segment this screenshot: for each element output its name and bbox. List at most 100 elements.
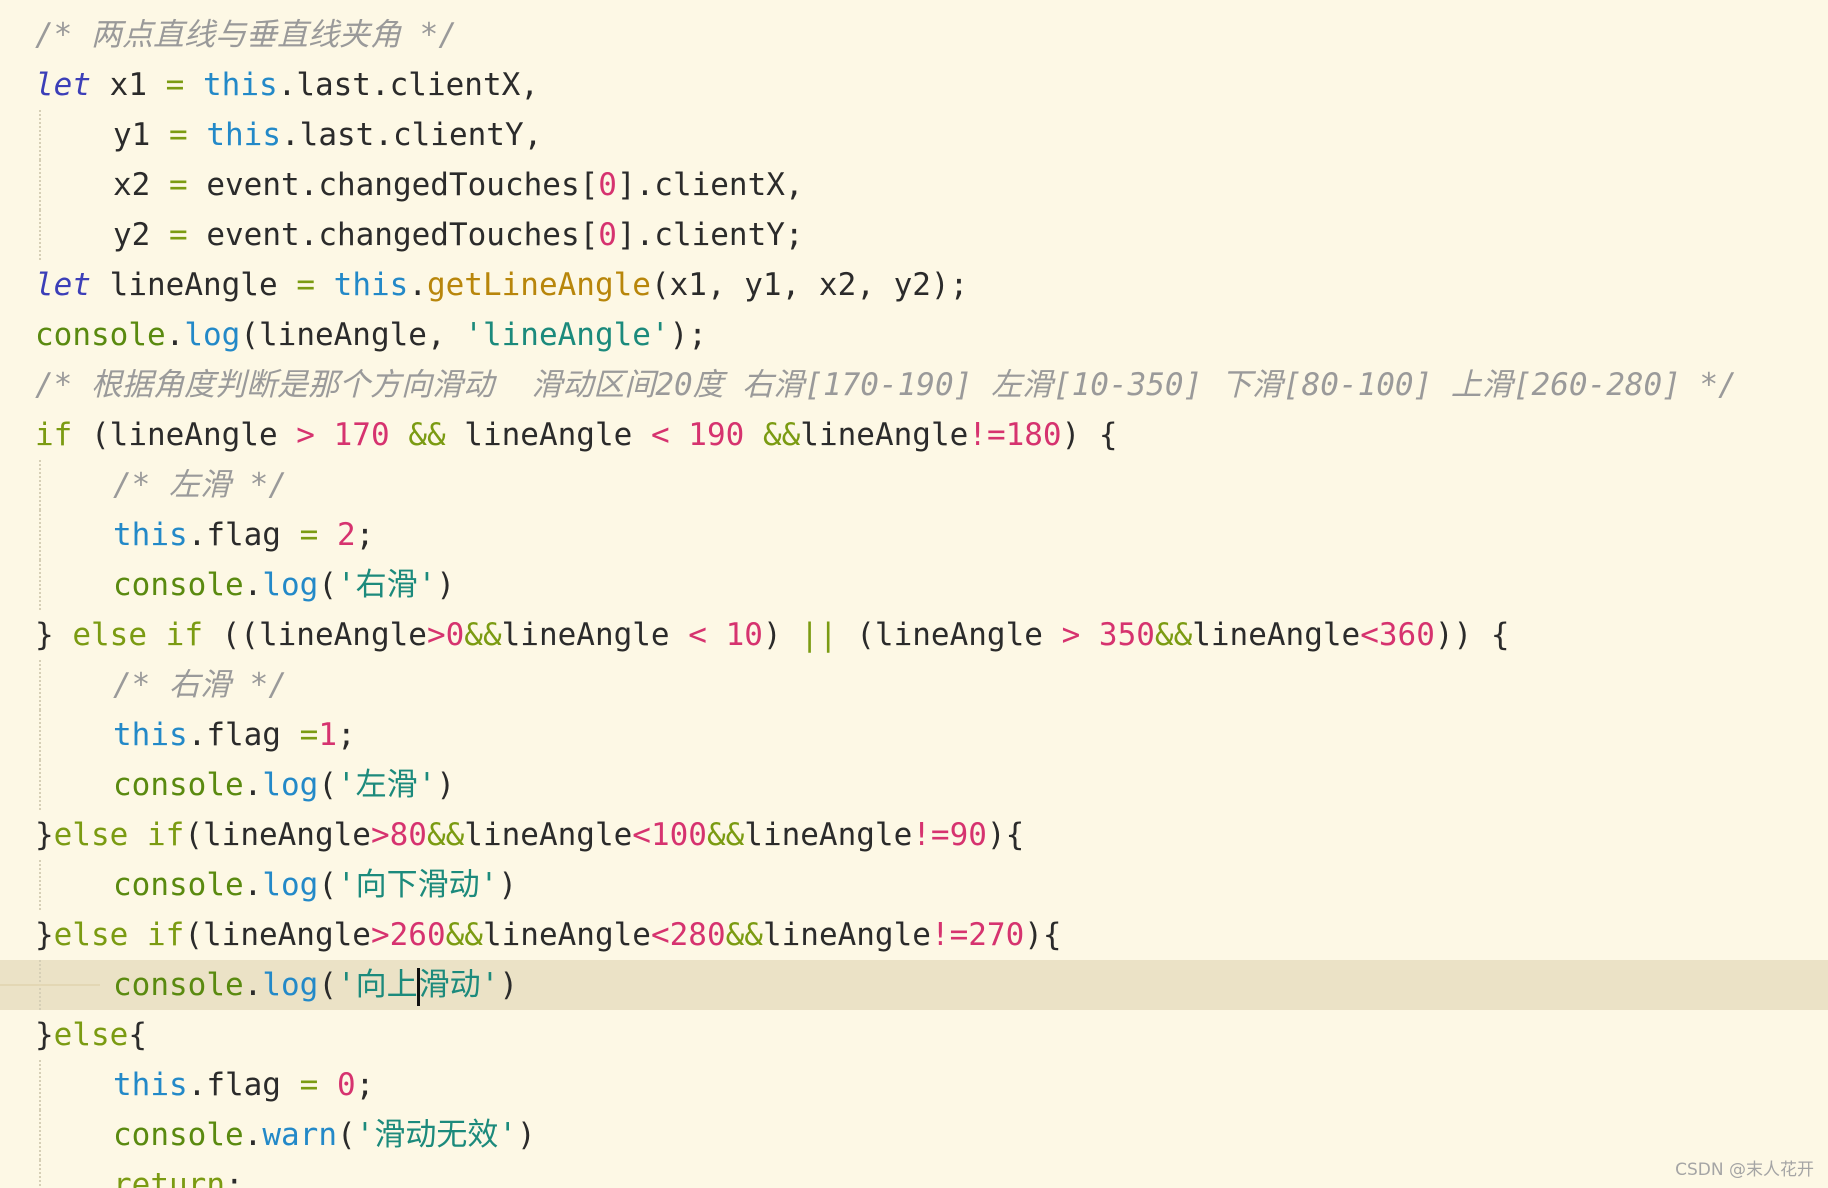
code-token: && bbox=[408, 417, 446, 453]
code-token: 'lineAngle' bbox=[464, 317, 670, 353]
code-line[interactable]: /* 根据角度判断是那个方向滑动 滑动区间20度 右滑[170-190] 左滑[… bbox=[0, 360, 1828, 410]
code-line[interactable]: console.log('左滑') bbox=[0, 760, 1828, 810]
code-token: 80 bbox=[389, 817, 427, 853]
code-line[interactable]: /* 左滑 */ bbox=[0, 460, 1828, 510]
code-line[interactable]: console.log('向下滑动') bbox=[0, 860, 1828, 910]
code-token: < bbox=[1360, 617, 1379, 653]
code-token: console bbox=[113, 1117, 244, 1153]
code-token: console bbox=[113, 867, 244, 903]
code-token: = bbox=[299, 517, 319, 553]
code-token: 280 bbox=[669, 917, 726, 953]
code-token: if bbox=[147, 917, 185, 953]
code-line[interactable]: this.flag = 2; bbox=[0, 510, 1828, 560]
code-token: lineAngle bbox=[91, 267, 297, 303]
code-token: event.changedTouches[ bbox=[187, 167, 599, 203]
code-token: .flag bbox=[187, 517, 300, 553]
code-token: 270 bbox=[968, 917, 1025, 953]
code-text: /* 根据角度判断是那个方向滑动 滑动区间20度 右滑[170-190] 左滑[… bbox=[35, 360, 1737, 410]
code-token: 0 bbox=[598, 167, 617, 203]
code-line[interactable]: }else if(lineAngle>260&&lineAngle<280&&l… bbox=[0, 910, 1828, 960]
code-token: lineAngle bbox=[744, 817, 913, 853]
code-line[interactable]: this.flag =1; bbox=[0, 710, 1828, 760]
code-token: '向下滑动' bbox=[337, 867, 499, 903]
code-token: let bbox=[35, 67, 91, 103]
code-token: ){ bbox=[1024, 917, 1062, 953]
code-line[interactable]: /* 两点直线与垂直线夹角 */ bbox=[0, 10, 1828, 60]
code-token: = bbox=[299, 717, 319, 753]
code-token: .flag bbox=[187, 1067, 300, 1103]
code-line-current[interactable]: console.log('向上滑动') bbox=[0, 960, 1828, 1010]
code-token: this bbox=[333, 267, 409, 303]
indent-guide bbox=[39, 210, 41, 260]
code-token: < bbox=[650, 417, 670, 453]
code-token: . bbox=[243, 967, 263, 1003]
code-text: this.flag =1; bbox=[113, 710, 356, 760]
code-token: (lineAngle bbox=[184, 917, 371, 953]
code-text: }else{ bbox=[35, 1010, 147, 1060]
code-token: 190 bbox=[688, 417, 745, 453]
code-token: = bbox=[169, 167, 188, 203]
code-token: ) { bbox=[1061, 417, 1118, 453]
code-token: /* 根据角度判断是那个方向滑动 滑动区间20度 右滑[170-190] 左滑[… bbox=[35, 367, 1737, 403]
code-token: != bbox=[912, 817, 950, 853]
current-line-marker bbox=[0, 984, 100, 986]
code-token: < bbox=[650, 917, 670, 953]
code-token: > bbox=[426, 617, 446, 653]
code-token: 滑动' bbox=[418, 967, 500, 1003]
code-token: > bbox=[370, 917, 390, 953]
code-token: this bbox=[203, 67, 278, 103]
code-line[interactable]: let lineAngle = this.getLineAngle(x1, y1… bbox=[0, 260, 1828, 310]
code-token: console bbox=[35, 317, 166, 353]
code-token: } bbox=[35, 917, 54, 953]
code-token: if bbox=[147, 817, 185, 853]
code-line[interactable]: y1 = this.last.clientY, bbox=[0, 110, 1828, 160]
code-token: = bbox=[169, 117, 188, 153]
code-line[interactable]: console.log('右滑') bbox=[0, 560, 1828, 610]
code-line[interactable]: y2 = event.changedTouches[0].clientY; bbox=[0, 210, 1828, 260]
code-line[interactable]: return; bbox=[0, 1160, 1828, 1188]
code-token: '左滑' bbox=[337, 767, 437, 803]
code-token: && bbox=[426, 817, 465, 853]
code-line[interactable]: console.warn('滑动无效') bbox=[0, 1110, 1828, 1160]
code-line[interactable]: x2 = event.changedTouches[0].clientX, bbox=[0, 160, 1828, 210]
code-token: > bbox=[296, 417, 315, 453]
code-token: return bbox=[113, 1167, 225, 1188]
code-token: '滑动无效' bbox=[355, 1117, 517, 1153]
code-line[interactable]: if (lineAngle > 170 && lineAngle < 190 &… bbox=[0, 410, 1828, 460]
code-text: return; bbox=[113, 1160, 244, 1188]
indent-guide bbox=[39, 510, 41, 560]
code-text: console.log('向上滑动') bbox=[113, 960, 518, 1010]
code-token: else bbox=[53, 917, 129, 953]
code-token: x1 bbox=[91, 67, 166, 103]
code-token: )) { bbox=[1434, 617, 1510, 653]
indent-guide bbox=[39, 160, 41, 210]
code-line[interactable]: console.log(lineAngle, 'lineAngle'); bbox=[0, 310, 1828, 360]
indent-guide bbox=[39, 860, 41, 910]
code-token: this bbox=[113, 517, 188, 553]
code-token: else bbox=[53, 1017, 129, 1053]
code-token: lineAngle bbox=[762, 917, 931, 953]
code-line[interactable]: } else if ((lineAngle>0&&lineAngle < 10)… bbox=[0, 610, 1828, 660]
code-token: < bbox=[632, 817, 651, 853]
code-token: 0 bbox=[336, 1067, 356, 1103]
code-token: lineAngle bbox=[464, 817, 633, 853]
code-line[interactable]: /* 右滑 */ bbox=[0, 660, 1828, 710]
code-text: this.flag = 0; bbox=[113, 1060, 374, 1110]
code-text: let lineAngle = this.getLineAngle(x1, y1… bbox=[35, 260, 968, 310]
code-token: ].clientX, bbox=[616, 167, 804, 203]
code-line[interactable]: let x1 = this.last.clientX, bbox=[0, 60, 1828, 110]
code-token: . bbox=[243, 867, 263, 903]
code-token: ) bbox=[498, 867, 517, 903]
code-editor[interactable]: /* 两点直线与垂直线夹角 */let x1 = this.last.clien… bbox=[0, 0, 1828, 1188]
code-token: 2 bbox=[336, 517, 356, 553]
indent-guide bbox=[39, 1160, 41, 1188]
code-line[interactable]: }else if(lineAngle>80&&lineAngle<100&&li… bbox=[0, 810, 1828, 860]
code-token: log bbox=[262, 567, 319, 603]
code-line[interactable]: }else{ bbox=[0, 1010, 1828, 1060]
code-line[interactable]: this.flag = 0; bbox=[0, 1060, 1828, 1110]
code-token: (x1, y1, x2, y2); bbox=[650, 267, 969, 303]
